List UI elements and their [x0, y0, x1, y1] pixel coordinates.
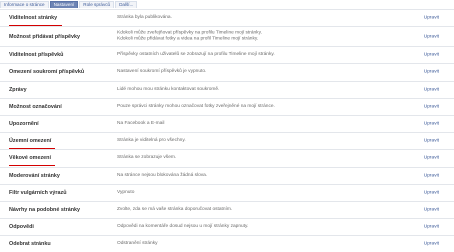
edit-link[interactable]: Upravit	[424, 53, 439, 58]
row-label: Možnost přidávat příspěvky	[9, 33, 80, 40]
settings-row-post-visibility: Viditelnost příspěvků Příspěvky ostatníc…	[0, 46, 454, 63]
settings-tabs: Informace o stránce Nastavení Role správ…	[0, 0, 454, 8]
settings-list: Viditelnost stránky Stránka byla publiko…	[0, 9, 454, 252]
edit-link[interactable]: Upravit	[424, 207, 439, 212]
edit-link[interactable]: Upravit	[424, 190, 439, 195]
row-label: Návrhy na podobné stránky	[9, 206, 80, 213]
settings-row-tagging: Možnost označování Pouze správci stránky…	[0, 97, 454, 115]
row-label: Viditelnost příspěvků	[9, 52, 64, 59]
row-description: Odstranění stránky	[117, 241, 158, 247]
tab-admin-roles[interactable]: Role správců	[79, 1, 115, 8]
settings-row-notifications: Upozornění Na Facebook a E-mail Upravit	[0, 114, 454, 132]
row-label: Územní omezení	[9, 138, 52, 145]
row-description: Stránka je viditelná pro všechny.	[117, 138, 186, 144]
settings-row-page-visibility: Viditelnost stránky Stránka byla publiko…	[0, 9, 454, 26]
row-description: Vypnuto	[117, 189, 135, 195]
edit-link[interactable]: Upravit	[424, 104, 439, 109]
row-label: Zprávy	[9, 86, 27, 93]
row-label: Moderování stránky	[9, 172, 60, 179]
settings-row-country-restrictions: Územní omezení Stránka je viditelná pro …	[0, 132, 454, 149]
edit-link[interactable]: Upravit	[424, 156, 439, 161]
row-description: Příspěvky ostatních uživatelů se zobrazu…	[117, 52, 275, 58]
edit-link[interactable]: Upravit	[424, 34, 439, 39]
settings-row-post-privacy: Omezení soukromí příspěvků Nastavení sou…	[0, 63, 454, 80]
settings-row-replies: Odpovědi Odpovědi na komentáře dosud nej…	[0, 218, 454, 235]
row-description: Lidé mohou mou stránku kontaktovat soukr…	[117, 86, 220, 92]
row-description: Stránka byla publikována.	[117, 14, 172, 20]
settings-row-similar-page-suggestions: Návrhy na podobné stránky Zvolte, zda se…	[0, 200, 454, 218]
edit-link[interactable]: Upravit	[424, 70, 439, 75]
row-description: Na Facebook a E-mail	[117, 120, 165, 126]
row-description: Nastavení soukromí příspěvků je vypnuto.	[117, 69, 207, 75]
row-description: Na stránce nejsou blokována žádná slova.	[117, 172, 208, 178]
settings-row-profanity-filter: Filtr vulgárních výrazů Vypnuto Upravit	[0, 183, 454, 201]
row-description: Stránka se zobrazuje všem.	[117, 155, 177, 161]
tab-more[interactable]: Další...	[115, 1, 138, 8]
row-label: Možnost označování	[9, 103, 62, 110]
row-description: Zvolte, zda se má vaše stránka doporučov…	[117, 206, 233, 212]
row-label: Omezení soukromí příspěvků	[9, 69, 85, 76]
row-label: Viditelnost stránky	[9, 15, 58, 22]
settings-row-messages: Zprávy Lidé mohou mou stránku kontaktova…	[0, 80, 454, 98]
row-description: Kdokoli může zveřejňovat příspěvky na pr…	[117, 30, 262, 42]
edit-link[interactable]: Upravit	[424, 87, 439, 92]
edit-link[interactable]: Upravit	[424, 122, 439, 127]
row-description: Odpovědi na komentáře dosud nejsou u moj…	[117, 223, 249, 229]
row-label: Odebrat stránku	[9, 241, 51, 248]
edit-link[interactable]: Upravit	[424, 173, 439, 178]
row-label: Věkové omezení	[9, 155, 51, 162]
edit-link[interactable]: Upravit	[424, 225, 439, 230]
settings-row-age-restrictions: Věkové omezení Stránka se zobrazuje všem…	[0, 149, 454, 166]
row-label: Odpovědi	[9, 224, 34, 231]
row-label: Upozornění	[9, 121, 39, 128]
edit-link[interactable]: Upravit	[424, 139, 439, 144]
tab-settings[interactable]: Nastavení	[49, 1, 79, 8]
settings-row-posting-ability: Možnost přidávat příspěvky Kdokoli může …	[0, 26, 454, 46]
edit-link[interactable]: Upravit	[424, 16, 439, 21]
tab-page-info[interactable]: Informace o stránce	[0, 1, 49, 8]
settings-row-remove-page: Odebrat stránku Odstranění stránky Uprav…	[0, 235, 454, 252]
row-label: Filtr vulgárních výrazů	[9, 189, 67, 196]
edit-link[interactable]: Upravit	[424, 242, 439, 247]
row-description: Pouze správci stránky mohou označovat fo…	[117, 103, 275, 109]
settings-row-page-moderation: Moderování stránky Na stránce nejsou blo…	[0, 166, 454, 184]
